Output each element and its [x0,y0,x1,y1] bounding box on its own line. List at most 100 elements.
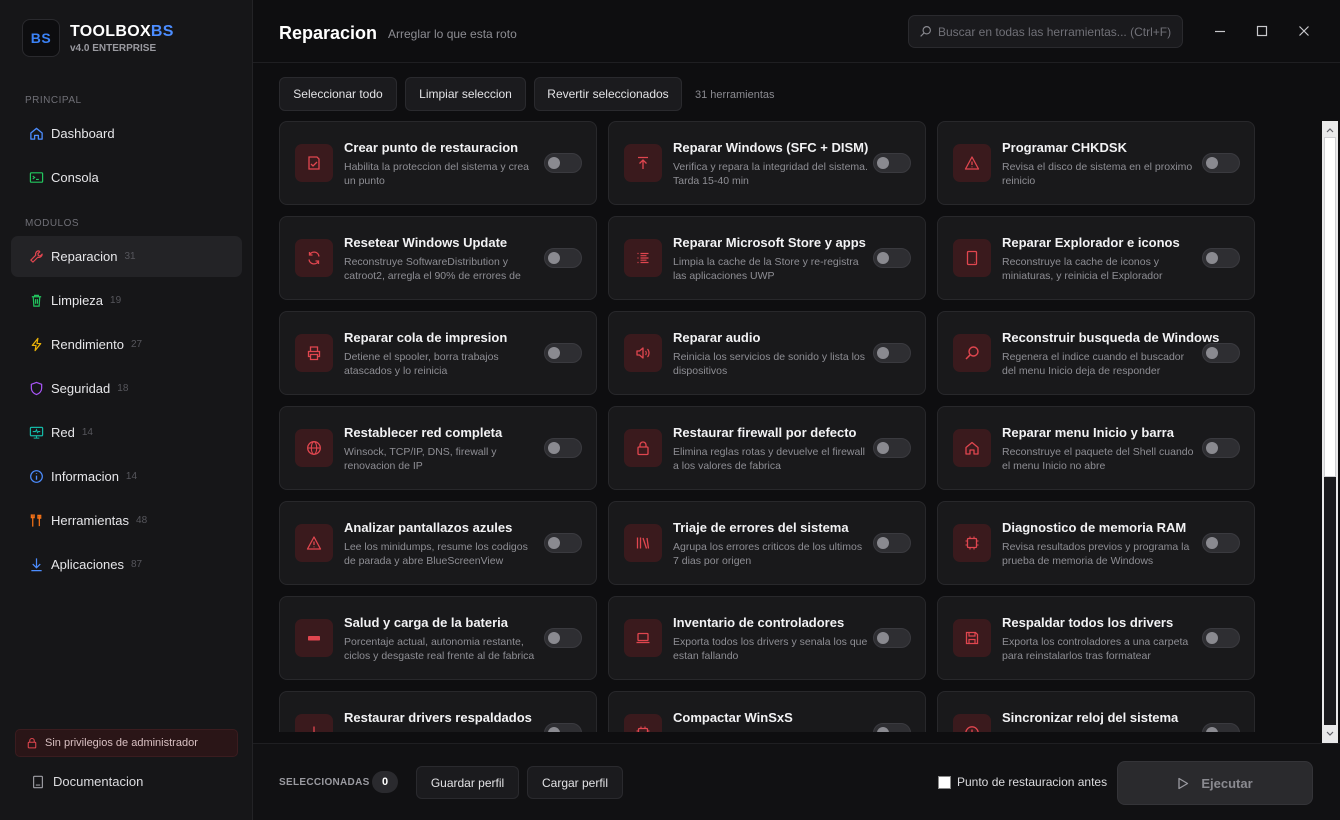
tool-toggle[interactable] [873,723,911,732]
maximize-button[interactable] [1253,22,1271,40]
tool-card[interactable]: Restaurar drivers respaldados [279,691,597,732]
tool-toggle[interactable] [873,438,911,458]
minimize-icon [1215,30,1225,33]
close-button[interactable] [1295,22,1313,40]
tool-card[interactable]: Reparar Windows (SFC + DISM) Verifica y r… [608,121,926,205]
revert-selected-button[interactable]: Revertir seleccionados [534,77,682,111]
sidebar-item-aplicaciones[interactable]: Aplicaciones 87 [11,544,242,585]
tool-card[interactable]: Respaldar todos los drivers Exporta los c… [937,596,1255,680]
restore-point-checkbox[interactable] [938,775,951,789]
tool-toggle[interactable] [544,153,582,173]
admin-status-badge: Sin privilegios de administrador [15,729,238,757]
sidebar-item-limpieza[interactable]: Limpieza 19 [11,280,242,321]
minimize-button[interactable] [1211,22,1229,40]
play-icon [1177,777,1189,790]
run-button[interactable]: Ejecutar [1117,761,1313,805]
documentation-link[interactable]: Documentacion [31,774,143,789]
tool-toggle[interactable] [873,343,911,363]
chip-icon [624,714,662,732]
info-icon [27,468,45,486]
tool-toggle[interactable] [1202,248,1240,268]
tool-title: Crear punto de restauracion [344,140,519,155]
lock-icon [26,737,38,749]
tool-card[interactable]: Sincronizar reloj del sistema [937,691,1255,732]
tool-toggle[interactable] [1202,533,1240,553]
document-icon [31,775,45,789]
tool-card[interactable]: Reparar audio Reinicia los servicios de s… [608,311,926,395]
tool-card[interactable]: Compactar WinSxS [608,691,926,732]
footer: SELECCIONADAS 0 Guardar perfil Cargar pe… [253,743,1340,820]
tool-card[interactable]: Resetear Windows Update Reconstruye Softw… [279,216,597,300]
tool-card[interactable]: Inventario de controladores Exporta todos… [608,596,926,680]
tool-card[interactable]: Reparar Microsoft Store y apps Limpia la … [608,216,926,300]
select-all-button[interactable]: Seleccionar todo [279,77,397,111]
bolt-icon [27,336,45,354]
laptop-icon [624,619,662,657]
scroll-up-button[interactable] [1322,122,1338,138]
section-title-modulos: MODULOS [25,218,80,229]
wrench-icon [27,248,45,266]
tool-grid: Crear punto de restauracion Habilita la p… [253,120,1321,732]
sidebar-item-red[interactable]: Red 14 [11,412,242,453]
tool-card[interactable]: Crear punto de restauracion Habilita la p… [279,121,597,205]
search-input[interactable]: Buscar en todas las herramientas... (Ctr… [908,15,1183,48]
sidebar-item-informacion[interactable]: Informacion 14 [11,456,242,497]
tool-toggle[interactable] [1202,153,1240,173]
tool-description: Revisa resultados previos y programa la … [1002,541,1190,567]
load-profile-button[interactable]: Cargar perfil [527,766,623,799]
tool-toggle[interactable] [544,248,582,268]
sidebar-item-reparacion[interactable]: Reparacion 31 [11,236,242,277]
tool-title: Reconstruir busqueda de Windows [1002,330,1220,345]
search-icon [919,25,932,38]
header: Reparacion Arreglar lo que esta roto Bus… [253,0,1340,63]
restore-point-option[interactable]: Punto de restauracion antes [938,775,1107,789]
tool-toggle[interactable] [544,343,582,363]
tool-description: Agrupa los errores criticos de los ultim… [673,541,863,567]
tool-card[interactable]: Reconstruir busqueda de Windows Regenera … [937,311,1255,395]
tool-card[interactable]: Programar CHKDSK Revisa el disco de siste… [937,121,1255,205]
chevron-down-icon [1326,731,1334,736]
tool-card[interactable]: Reparar menu Inicio y barra Reconstruye e… [937,406,1255,490]
tool-toggle[interactable] [1202,723,1240,732]
scrollbar-thumb[interactable] [1324,137,1336,477]
item-count: 27 [131,339,143,350]
tool-description: Reconstruye la cache de iconos y miniatu… [1002,256,1163,282]
tool-toggle[interactable] [1202,628,1240,648]
sidebar-item-seguridad[interactable]: Seguridad 18 [11,368,242,409]
tool-toggle[interactable] [873,628,911,648]
tool-card[interactable]: Reparar Explorador e iconos Reconstruye l… [937,216,1255,300]
tool-toggle[interactable] [1202,343,1240,363]
tool-toggle[interactable] [544,628,582,648]
tool-description: Habilita la proteccion del sistema y cre… [344,161,530,187]
tool-card[interactable]: Salud y carga de la bateria Porcentaje ac… [279,596,597,680]
tool-card[interactable]: Restaurar firewall por defecto Elimina re… [608,406,926,490]
monitor-icon [27,424,45,442]
tool-toggle[interactable] [873,153,911,173]
tool-toggle[interactable] [1202,438,1240,458]
tool-description: Regenera el indice cuando el buscador de… [1002,351,1185,377]
tool-description: Winsock, TCP/IP, DNS, firewall y renovac… [344,446,497,472]
tool-toggle[interactable] [873,248,911,268]
tool-card[interactable]: Analizar pantallazos azules Lee los minid… [279,501,597,585]
tool-card[interactable]: Reparar cola de impresion Detiene el spoo… [279,311,597,395]
clear-selection-button[interactable]: Limpiar seleccion [405,77,526,111]
tool-card[interactable]: Restablecer red completa Winsock, TCP/IP,… [279,406,597,490]
save-profile-button[interactable]: Guardar perfil [416,766,519,799]
app-version: v4.0 ENTERPRISE [70,42,157,54]
tool-title: Diagnostico de memoria RAM [1002,520,1187,535]
tool-toggle[interactable] [544,723,582,732]
tool-toggle[interactable] [544,438,582,458]
scroll-down-button[interactable] [1322,726,1338,742]
tool-title: Compactar WinSxS [673,710,793,725]
tool-card[interactable]: Triaje de errores del sistema Agrupa los … [608,501,926,585]
sidebar-item-consola[interactable]: Consola [11,157,242,198]
tool-title: Salud y carga de la bateria [344,615,509,630]
sidebar-item-rendimiento[interactable]: Rendimiento 27 [11,324,242,365]
sidebar-item-dashboard[interactable]: Dashboard [11,113,242,154]
globe-icon [295,429,333,467]
tool-card[interactable]: Diagnostico de memoria RAM Revisa resulta… [937,501,1255,585]
tool-toggle[interactable] [544,533,582,553]
tool-description: Reconstruye el paquete del Shell cuando … [1002,446,1194,472]
sidebar-item-herramientas[interactable]: Herramientas 48 [11,500,242,541]
tool-toggle[interactable] [873,533,911,553]
